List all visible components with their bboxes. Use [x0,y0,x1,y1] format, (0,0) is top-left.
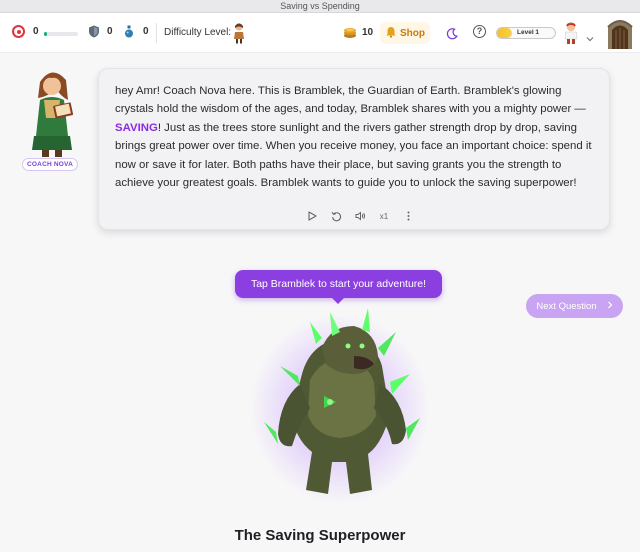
chevron-right-icon [607,301,613,312]
level-progress: Level 1 [496,27,556,39]
difficulty-label: Difficulty Level: [164,27,232,38]
message-highlight: SAVING [115,121,158,134]
audio-controls: x1 [306,210,414,222]
message-text-part2: ! Just as the trees store sunlight and t… [115,121,592,190]
coin-count: 10 [362,27,374,38]
potion-count: 0 [143,26,149,37]
shield-icon [88,25,101,38]
goal-progress-fill [44,32,47,36]
potion-stat: 0 [123,25,149,38]
coach-message-card: hey Amr! Coach Nova here. This is Brambl… [98,68,610,230]
coins-icon [343,25,357,39]
next-question-button[interactable]: Next Question [526,294,623,318]
bramblek-creature[interactable] [250,304,430,504]
castle-door-icon[interactable] [606,17,634,49]
volume-icon[interactable] [354,210,366,222]
message-text-part1: hey Amr! Coach Nova here. This is Brambl… [115,85,586,116]
next-question-label: Next Question [536,300,597,312]
window-title: Saving vs Spending [0,0,640,13]
shop-button[interactable]: Shop [380,22,430,44]
moon-icon[interactable] [446,27,458,45]
potion-icon [123,25,136,38]
help-icon[interactable]: ? [473,25,486,38]
start-adventure-tooltip: Tap Bramblek to start your adventure! [235,270,442,304]
top-navigation: 0 0 0 Difficulty Level: 10 Shop ? Level … [0,13,640,53]
chevron-down-icon[interactable] [586,29,594,47]
coach-message: hey Amr! Coach Nova here. This is Brambl… [115,82,599,192]
more-options-icon[interactable] [402,210,414,222]
replay-icon[interactable] [330,210,342,222]
shop-label: Shop [400,27,425,39]
shop-bell-icon [385,26,397,41]
speed-button[interactable]: x1 [378,210,390,222]
play-icon[interactable] [306,210,318,222]
goal-count: 0 [33,26,39,37]
goal-progress-bar [44,32,78,36]
user-avatar[interactable] [562,21,580,45]
shield-stat: 0 [88,25,113,38]
coach-nova-avatar [26,66,78,158]
level-progress-fill [497,28,512,38]
target-icon [12,25,25,38]
level-label: Level 1 [517,29,540,36]
difficulty-character-avatar[interactable] [232,22,246,44]
section-title: The Saving Superpower [234,527,406,544]
divider [156,23,157,43]
goal-stat: 0 [12,25,39,38]
shield-count: 0 [107,26,113,37]
coach-name-badge: COACH NOVA [22,158,78,171]
